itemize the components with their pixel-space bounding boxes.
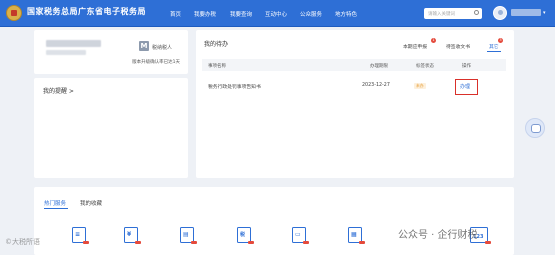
tab-active-indicator [487, 51, 501, 52]
nav-local-features[interactable]: 地方特色 [335, 10, 357, 18]
watermark-right: 公众号 · 企行财税 [398, 230, 478, 241]
version-note[interactable]: 版本升级确认率已达1天 [132, 59, 180, 65]
column-item-name: 事项名称 [208, 63, 226, 69]
tax-certificate-icon[interactable]: 税 [237, 227, 254, 244]
search-icon[interactable] [474, 10, 479, 15]
tax-emblem-icon [6, 5, 22, 21]
search-placeholder: 请输入关键词 [428, 11, 455, 17]
tax-form-icon[interactable]: ≡ [72, 227, 89, 244]
tab-other[interactable]: 其它 [489, 43, 499, 50]
nav-public-service[interactable]: 公众服务 [300, 10, 322, 18]
todo-title: 我的待办 [204, 41, 229, 48]
profile-card: M 税纳税人 版本升级确认率已达1天 [34, 30, 188, 74]
svc-glyph: ▤ [183, 231, 189, 238]
taxpayer-type: 税纳税人 [152, 45, 173, 51]
tab-current-filing-badge: 1 [431, 38, 436, 43]
watermark-left: ©大税所语 [5, 238, 40, 246]
calendar-form-icon[interactable]: ▦ [348, 227, 365, 244]
assistant-robot-icon[interactable] [525, 118, 545, 138]
document-print-icon[interactable]: ▤ [180, 227, 197, 244]
todo-table-header: 事项名称 办理期限 标签状态 操作 [202, 59, 506, 71]
user-avatar-icon[interactable] [493, 6, 507, 20]
svc-glyph: ¥ [127, 231, 132, 238]
user-name-redacted[interactable] [511, 9, 541, 16]
reminder-card: 我的提醒 > [34, 78, 188, 178]
site-title: 国家税务总局广东省电子税务局 [27, 7, 146, 16]
services-tab-indicator [44, 208, 68, 209]
nav-interaction[interactable]: 互动中心 [265, 10, 287, 18]
status-badge: 未办 [414, 83, 426, 89]
tab-documents-to-sign[interactable]: 待签收文书 [446, 43, 470, 50]
column-action: 操作 [462, 63, 471, 69]
todo-item-name: 税务行政处罚事项告知书 [208, 85, 261, 90]
svc-glyph: ▦ [351, 231, 357, 238]
tab-current-filing[interactable]: 本期应申报 [403, 43, 427, 50]
tab-my-favorites[interactable]: 我的收藏 [80, 199, 102, 207]
handle-button[interactable]: 办理 [460, 83, 470, 90]
yuan-invoice-icon[interactable]: ¥ [124, 227, 141, 244]
svc-glyph: 税 [240, 232, 246, 238]
top-navigation-bar: 国家税务总局广东省电子税务局 首页 我要办税 我要查询 互动中心 公众服务 地方… [0, 0, 555, 27]
chevron-down-icon[interactable]: ▾ [543, 10, 546, 16]
my-reminders-link[interactable]: 我的提醒 > [43, 86, 74, 95]
nav-tax-handling[interactable]: 我要办税 [194, 10, 216, 18]
services-card [34, 187, 514, 255]
column-status: 标签状态 [416, 63, 434, 69]
nav-query[interactable]: 我要查询 [230, 10, 252, 18]
taxpayer-badge-icon: M [139, 41, 149, 51]
todo-item-deadline: 2023-12-27 [362, 83, 390, 88]
taxpayer-name-redacted [46, 40, 101, 47]
svc-glyph: ▭ [295, 231, 301, 238]
nav-home[interactable]: 首页 [170, 10, 181, 18]
search-input[interactable]: 请输入关键词 [424, 8, 482, 19]
invoice-screen-icon[interactable]: ▭ [292, 227, 309, 244]
taxpayer-id-redacted [46, 50, 86, 55]
todo-card: 我的待办 本期应申报 1 待签收文书 其它 3 事项名称 办理期限 标签状态 操… [196, 30, 514, 178]
tab-other-badge: 3 [498, 38, 503, 43]
column-deadline: 办理期限 [370, 63, 388, 69]
svc-glyph: ≡ [75, 231, 81, 238]
tab-hot-services[interactable]: 热门服务 [44, 199, 66, 207]
